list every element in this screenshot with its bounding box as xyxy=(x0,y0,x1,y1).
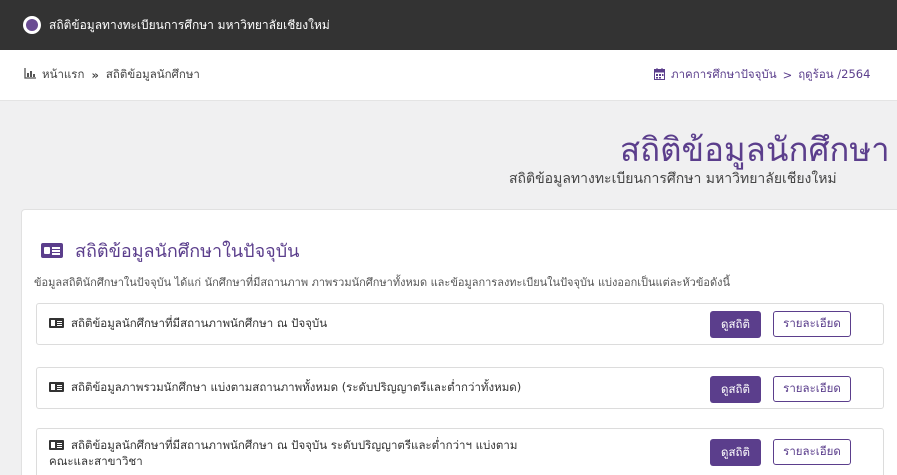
id-card-icon xyxy=(49,440,64,450)
id-card-icon xyxy=(49,318,64,328)
current-term: ภาคการศึกษาปัจจุบัน > ฤดูร้อน /2564 xyxy=(654,50,870,100)
list-item-label-line2: คณะและสาขาวิชา xyxy=(49,454,143,468)
id-card-icon xyxy=(49,382,64,392)
list-item: สถิติข้อมูลภาพรวมนักศึกษา แบ่งตามสถานภาพ… xyxy=(36,367,884,409)
details-button[interactable]: รายละเอียด xyxy=(773,439,851,465)
list-item-label-line1: สถิติข้อมูลนักศึกษาที่มีสถานภาพนักศึกษา … xyxy=(71,438,518,452)
bar-chart-icon xyxy=(24,68,36,82)
breadcrumb: หน้าแรก » สถิติข้อมูลนักศึกษา ภาคการศึกษ… xyxy=(0,50,897,101)
calendar-icon xyxy=(654,67,665,83)
list-item-label: สถิติข้อมูลนักศึกษาที่มีสถานภาพนักศึกษา … xyxy=(71,316,328,330)
details-button[interactable]: รายละเอียด xyxy=(773,376,851,402)
breadcrumb-current: สถิติข้อมูลนักศึกษา xyxy=(105,67,200,81)
breadcrumb-separator: » xyxy=(91,68,99,82)
breadcrumb-home-link[interactable]: หน้าแรก xyxy=(42,66,84,84)
list-item: สถิติข้อมูลนักศึกษาที่มีสถานภาพนักศึกษา … xyxy=(36,303,884,345)
details-button[interactable]: รายละเอียด xyxy=(773,311,851,337)
page-subtitle: สถิติข้อมูลทางทะเบียนการศึกษา มหาวิทยาลั… xyxy=(509,171,837,187)
view-stats-button[interactable]: ดูสถิติ xyxy=(710,311,761,338)
current-statistics-card: สถิติข้อมูลนักศึกษาในปัจจุบัน ข้อมูลสถิต… xyxy=(21,209,897,475)
id-card-icon xyxy=(41,243,63,258)
view-stats-button[interactable]: ดูสถิติ xyxy=(710,376,761,403)
list-item: สถิติข้อมูลนักศึกษาที่มีสถานภาพนักศึกษา … xyxy=(36,428,884,475)
top-bar: สถิติข้อมูลทางทะเบียนการศึกษา มหาวิทยาลั… xyxy=(0,0,897,50)
list-item-label: สถิติข้อมูลภาพรวมนักศึกษา แบ่งตามสถานภาพ… xyxy=(71,380,522,394)
app-title[interactable]: สถิติข้อมูลทางทะเบียนการศึกษา มหาวิทยาลั… xyxy=(49,16,330,35)
section-title: สถิติข้อมูลนักศึกษาในปัจจุบัน xyxy=(41,236,299,265)
section-description: ข้อมูลสถิตินักศึกษาในปัจจุบัน ได้แก่ นัก… xyxy=(34,276,730,289)
view-stats-button[interactable]: ดูสถิติ xyxy=(710,439,761,466)
term-label-link[interactable]: ภาคการศึกษาปัจจุบัน xyxy=(671,66,777,84)
section-title-text: สถิติข้อมูลนักศึกษาในปัจจุบัน xyxy=(75,241,300,262)
term-value: ฤดูร้อน /2564 xyxy=(798,67,871,81)
main-content: สถิติข้อมูลนักศึกษา สถิติข้อมูลทางทะเบีย… xyxy=(0,101,897,475)
list-item-label: สถิติข้อมูลนักศึกษาที่มีสถานภาพนักศึกษา … xyxy=(49,437,518,469)
term-separator: > xyxy=(782,68,793,82)
university-seal-icon[interactable] xyxy=(23,16,41,34)
